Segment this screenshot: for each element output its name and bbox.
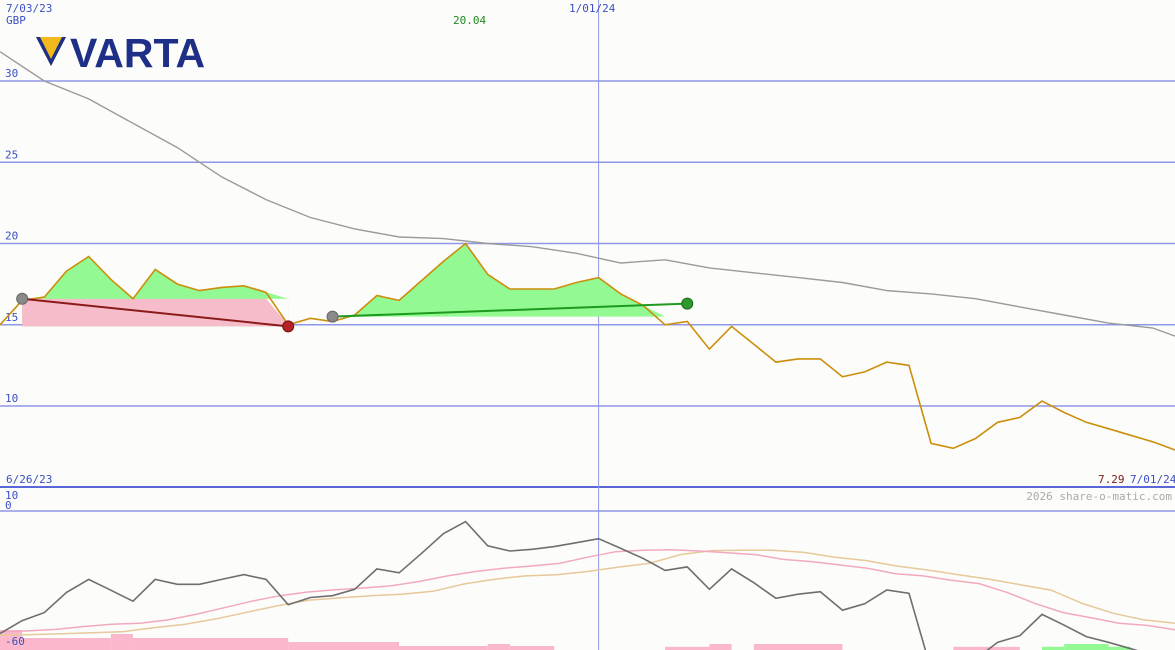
- chart-area: 1015202530 7/03/23 GBP 1/01/24 20.04 6/2…: [0, 0, 1175, 650]
- currency-label: GBP: [6, 14, 26, 27]
- histogram-bar-1: [22, 638, 111, 650]
- y-tick-10: 10: [5, 392, 18, 405]
- trade-exit-marker-0: [282, 320, 295, 333]
- histogram-bar-6: [487, 644, 510, 650]
- series-line-price: [0, 242, 1175, 451]
- series-lines: [0, 51, 1175, 451]
- histogram-bar-2: [110, 634, 134, 650]
- y-tick-25: 25: [5, 148, 18, 161]
- histogram-bar-4: [288, 642, 400, 650]
- varta-logo: VARTA: [36, 30, 205, 76]
- peak-value-label: 20.04: [453, 14, 486, 27]
- indicator-tick-zero: 0: [5, 499, 12, 512]
- x-label-mid: 1/01/24: [569, 2, 616, 15]
- trade-entry-marker-1: [326, 310, 339, 323]
- trade-fill-gain-upper-0: [22, 256, 289, 299]
- indicator-line-oscillator: [0, 520, 1139, 650]
- last-value-label: 7.29: [1098, 473, 1125, 486]
- indicator-line-average-1: [0, 548, 1175, 633]
- logo-text: VARTA: [70, 30, 205, 76]
- histogram-bar-9: [709, 644, 732, 650]
- histogram-bar-5: [399, 646, 488, 650]
- trade-entry-marker-0: [16, 292, 29, 305]
- histogram-bar-13: [1064, 644, 1109, 650]
- indicator-histogram: [0, 630, 1131, 650]
- y-tick-20: 20: [5, 230, 18, 243]
- x-label-lower-start: 6/26/23: [6, 473, 52, 486]
- indicator-line-average-2: [0, 549, 1175, 637]
- indicator-lines: [0, 520, 1175, 650]
- trade-exit-marker-1: [681, 297, 694, 310]
- x-label-end: 7/01/24: [1130, 473, 1175, 486]
- histogram-bar-7: [509, 646, 555, 650]
- histogram-bar-3: [133, 638, 289, 650]
- watermark: 2026 share-o-matic.com: [1026, 490, 1172, 503]
- indicator-tick-bottom: -60: [5, 635, 25, 648]
- y-tick-30: 30: [5, 67, 18, 80]
- histogram-bar-10: [753, 644, 843, 650]
